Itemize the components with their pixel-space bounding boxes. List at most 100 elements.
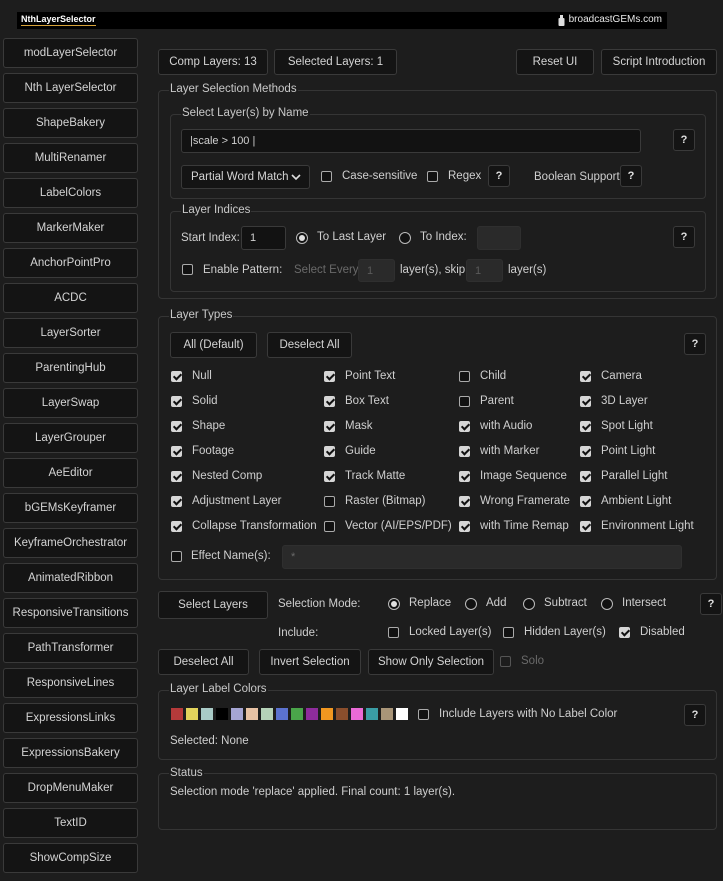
label-color-swatch[interactable] (246, 708, 258, 720)
regex-help-button[interactable]: ? (488, 165, 510, 187)
sidebar-item-pathtransformer[interactable]: PathTransformer (3, 633, 138, 663)
type-raster-bitmap-checkbox[interactable] (324, 496, 335, 507)
type-camera-checkbox[interactable] (580, 371, 591, 382)
type-point-text-checkbox[interactable] (324, 371, 335, 382)
type-box-text-checkbox[interactable] (324, 396, 335, 407)
sidebar-item-textid[interactable]: TextID (3, 808, 138, 838)
mode-intersect-radio[interactable] (601, 598, 613, 610)
label-color-swatch[interactable] (216, 708, 228, 720)
type-adjustment-layer-checkbox[interactable] (171, 496, 182, 507)
label-color-swatch[interactable] (291, 708, 303, 720)
type-with-audio-checkbox[interactable] (459, 421, 470, 432)
label-color-swatch[interactable] (261, 708, 273, 720)
boolean-help-button[interactable]: ? (620, 165, 642, 187)
sidebar-item-multirenamer[interactable]: MultiRenamer (3, 143, 138, 173)
sidebar-item-keyframeorchestrator[interactable]: KeyframeOrchestrator (3, 528, 138, 558)
effect-name-checkbox[interactable] (171, 551, 182, 562)
type-nested-comp-checkbox[interactable] (171, 471, 182, 482)
invert-selection-button[interactable]: Invert Selection (259, 649, 361, 675)
indices-help-button[interactable]: ? (673, 226, 695, 248)
type-child-checkbox[interactable] (459, 371, 470, 382)
type-shape-checkbox[interactable] (171, 421, 182, 432)
mode-help-button[interactable]: ? (700, 593, 722, 615)
type-image-sequence-checkbox[interactable] (459, 471, 470, 482)
sidebar-item-labelcolors[interactable]: LabelColors (3, 178, 138, 208)
type-footage-checkbox[interactable] (171, 446, 182, 457)
label-color-swatch[interactable] (321, 708, 333, 720)
types-help-button[interactable]: ? (684, 333, 706, 355)
sidebar-item-acdc[interactable]: ACDC (3, 283, 138, 313)
type-solid-checkbox[interactable] (171, 396, 182, 407)
type-spot-light-checkbox[interactable] (580, 421, 591, 432)
effect-name-input[interactable]: * (282, 545, 682, 569)
label-color-swatch[interactable] (381, 708, 393, 720)
sidebar-item-shapebakery[interactable]: ShapeBakery (3, 108, 138, 138)
sidebar-item-modlayerselector[interactable]: modLayerSelector (3, 38, 138, 68)
enable-pattern-checkbox[interactable] (182, 264, 193, 275)
label-color-swatch[interactable] (366, 708, 378, 720)
sidebar-item-anchorpointpro[interactable]: AnchorPointPro (3, 248, 138, 278)
label-colors-help-button[interactable]: ? (684, 704, 706, 726)
sidebar-item-responsivetransitions[interactable]: ResponsiveTransitions (3, 598, 138, 628)
type-vector-ai-eps-pdf-checkbox[interactable] (324, 521, 335, 532)
type-null-checkbox[interactable] (171, 371, 182, 382)
label-color-swatch[interactable] (351, 708, 363, 720)
sidebar-item-layergrouper[interactable]: LayerGrouper (3, 423, 138, 453)
select-every-input[interactable]: 1 (358, 259, 395, 282)
label-color-swatch[interactable] (186, 708, 198, 720)
sidebar-item-layersorter[interactable]: LayerSorter (3, 318, 138, 348)
show-only-selection-button[interactable]: Show Only Selection (368, 649, 494, 675)
type-collapse-transformation-checkbox[interactable] (171, 521, 182, 532)
types-deselect-all-button[interactable]: Deselect All (267, 332, 352, 358)
sidebar-item-bgemskeyframer[interactable]: bGEMsKeyframer (3, 493, 138, 523)
regex-checkbox[interactable] (427, 171, 438, 182)
selected-layers-button[interactable]: Selected Layers: 1 (274, 49, 397, 75)
sidebar-item-animatedribbon[interactable]: AnimatedRibbon (3, 563, 138, 593)
sidebar-item-aeeditor[interactable]: AeEditor (3, 458, 138, 488)
label-color-swatch[interactable] (336, 708, 348, 720)
type-parent-checkbox[interactable] (459, 396, 470, 407)
type-wrong-framerate-checkbox[interactable] (459, 496, 470, 507)
type-3d-layer-checkbox[interactable] (580, 396, 591, 407)
to-index-input[interactable] (477, 226, 521, 250)
disabled-checkbox[interactable] (619, 627, 630, 638)
type-ambient-light-checkbox[interactable] (580, 496, 591, 507)
select-layers-button[interactable]: Select Layers (158, 591, 268, 619)
type-point-light-checkbox[interactable] (580, 446, 591, 457)
sidebar-item-markermaker[interactable]: MarkerMaker (3, 213, 138, 243)
type-with-time-remap-checkbox[interactable] (459, 521, 470, 532)
label-color-swatch[interactable] (396, 708, 408, 720)
mode-subtract-radio[interactable] (523, 598, 535, 610)
label-color-swatch[interactable] (306, 708, 318, 720)
script-introduction-button[interactable]: Script Introduction (601, 49, 717, 75)
reset-ui-button[interactable]: Reset UI (516, 49, 594, 75)
locked-layers-checkbox[interactable] (388, 627, 399, 638)
layer-name-input[interactable]: |scale > 100 | (181, 129, 641, 153)
label-color-swatch[interactable] (231, 708, 243, 720)
label-color-swatch[interactable] (201, 708, 213, 720)
type-mask-checkbox[interactable] (324, 421, 335, 432)
sidebar-item-layerswap[interactable]: LayerSwap (3, 388, 138, 418)
label-color-swatch[interactable] (276, 708, 288, 720)
start-index-input[interactable]: 1 (241, 226, 286, 250)
type-guide-checkbox[interactable] (324, 446, 335, 457)
type-track-matte-checkbox[interactable] (324, 471, 335, 482)
sidebar-item-expressionsbakery[interactable]: ExpressionsBakery (3, 738, 138, 768)
match-mode-select[interactable]: Partial Word Match (181, 165, 310, 189)
brand-link[interactable]: broadcastGEMs.com (558, 14, 662, 26)
type-environment-light-checkbox[interactable] (580, 521, 591, 532)
all-default-button[interactable]: All (Default) (170, 332, 257, 358)
type-parallel-light-checkbox[interactable] (580, 471, 591, 482)
mode-replace-radio[interactable] (388, 598, 400, 610)
to-last-layer-radio[interactable] (296, 232, 308, 244)
sidebar-item-expressionslinks[interactable]: ExpressionsLinks (3, 703, 138, 733)
type-with-marker-checkbox[interactable] (459, 446, 470, 457)
label-color-swatch[interactable] (171, 708, 183, 720)
deselect-all-button[interactable]: Deselect All (158, 649, 249, 675)
comp-layers-button[interactable]: Comp Layers: 13 (158, 49, 268, 75)
sidebar-item-dropmenumaker[interactable]: DropMenuMaker (3, 773, 138, 803)
sidebar-item-nth-layerselector[interactable]: Nth LayerSelector (3, 73, 138, 103)
sidebar-item-showcompsize[interactable]: ShowCompSize (3, 843, 138, 873)
solo-checkbox[interactable] (500, 656, 511, 667)
name-help-button[interactable]: ? (673, 129, 695, 151)
